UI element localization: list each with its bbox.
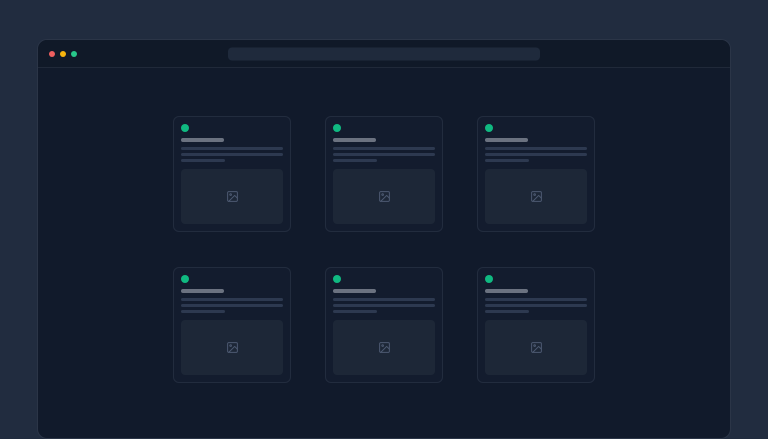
image-icon [378,341,391,354]
image-placeholder [333,320,435,375]
skeleton-line [333,310,377,313]
card[interactable] [325,267,443,383]
skeleton-line [333,304,435,307]
skeleton-line [181,310,225,313]
status-dot [485,124,493,132]
window-content [38,68,730,383]
skeleton-line [485,159,529,162]
skeleton-line [485,304,587,307]
skeleton-title-line [485,138,528,142]
card[interactable] [173,116,291,232]
image-icon [226,341,239,354]
status-dot [181,275,189,283]
skeleton-title-line [485,289,528,293]
skeleton-line [485,153,587,156]
skeleton-title-line [181,138,224,142]
card[interactable] [325,116,443,232]
skeleton-line [333,153,435,156]
skeleton-line [333,298,435,301]
card[interactable] [173,267,291,383]
skeleton-line [181,159,225,162]
image-placeholder [181,320,283,375]
card[interactable] [477,116,595,232]
image-placeholder [485,320,587,375]
skeleton-line [181,304,283,307]
traffic-light-minimize-button[interactable] [60,51,66,57]
status-dot [181,124,189,132]
skeleton-line [333,147,435,150]
card-grid [173,116,595,383]
page-background: { "colors": { "page_bg": "#212c3f", "win… [0,0,768,432]
window-titlebar [38,40,730,68]
status-dot [333,124,341,132]
status-dot [333,275,341,283]
skeleton-line [181,298,283,301]
skeleton-line [485,298,587,301]
image-placeholder [333,169,435,224]
traffic-lights [49,51,77,57]
image-icon [530,341,543,354]
traffic-light-zoom-button[interactable] [71,51,77,57]
traffic-light-close-button[interactable] [49,51,55,57]
image-icon [378,190,391,203]
skeleton-title-line [181,289,224,293]
card[interactable] [477,267,595,383]
image-icon [530,190,543,203]
skeleton-line [181,147,283,150]
image-placeholder [181,169,283,224]
status-dot [485,275,493,283]
address-bar-input[interactable] [228,47,540,60]
browser-window [37,39,731,439]
skeleton-line [485,310,529,313]
image-icon [226,190,239,203]
image-placeholder [485,169,587,224]
skeleton-title-line [333,138,376,142]
skeleton-line [181,153,283,156]
skeleton-line [485,147,587,150]
skeleton-line [333,159,377,162]
skeleton-title-line [333,289,376,293]
